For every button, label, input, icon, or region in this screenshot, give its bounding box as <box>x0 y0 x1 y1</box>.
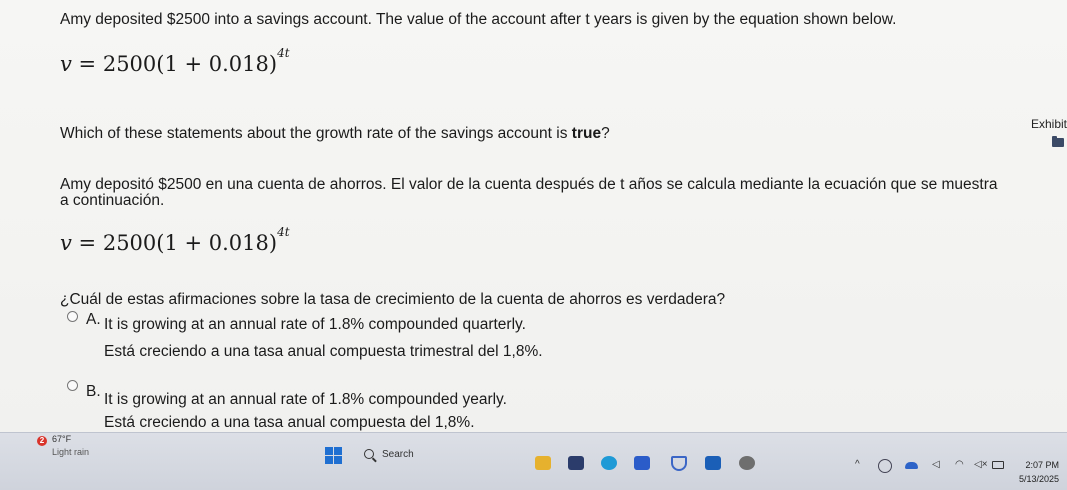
option-a-text-es[interactable]: Está creciendo a una tasa anual compuest… <box>104 342 543 361</box>
option-b-letter[interactable]: B. <box>86 382 101 401</box>
option-a-radio[interactable] <box>67 311 78 322</box>
equation-en: v = 2500(1 + 0.018)4t <box>60 46 290 76</box>
clock-date[interactable]: 5/13/2025 <box>1019 474 1059 484</box>
speaker-muted-icon[interactable]: ◁× <box>974 459 988 470</box>
option-a-letter[interactable]: A. <box>86 310 101 329</box>
weather-temperature[interactable]: 67°F <box>52 434 71 444</box>
option-b-text-en[interactable]: It is growing at an annual rate of 1.8% … <box>104 390 507 409</box>
option-a-text-en[interactable]: It is growing at an annual rate of 1.8% … <box>104 315 526 334</box>
option-b-text-es[interactable]: Está creciendo a una tasa anual compuest… <box>104 413 475 432</box>
weather-description[interactable]: Light rain <box>52 447 89 457</box>
outlook-icon[interactable] <box>705 456 721 470</box>
search-icon[interactable] <box>364 449 374 459</box>
taskbar: 2 67°F Light rain Search ^ ◁ ◠ ◁× 2:07 P… <box>0 432 1067 490</box>
prompt-bold-word: true <box>571 125 602 142</box>
equation-body: 2500(1 + 0.018) <box>102 231 278 255</box>
location-arrow-icon[interactable]: ◁ <box>932 459 940 470</box>
store-icon[interactable] <box>568 456 584 470</box>
settings-gear-icon[interactable] <box>739 456 755 470</box>
taskbar-search-label[interactable]: Search <box>382 449 414 460</box>
equation-lhs: v <box>60 52 72 76</box>
file-explorer-icon[interactable] <box>535 456 551 470</box>
equation-exponent: 4t <box>277 225 290 239</box>
shield-app-icon[interactable] <box>671 456 687 471</box>
windows-start-icon[interactable] <box>325 447 342 464</box>
tray-app-icon[interactable] <box>878 459 892 473</box>
equation-exponent: 4t <box>277 46 290 60</box>
question-intro-en: Amy deposited $2500 into a savings accou… <box>60 11 897 28</box>
wifi-icon[interactable]: ◠ <box>955 459 964 470</box>
onedrive-cloud-icon[interactable] <box>905 462 918 469</box>
battery-icon[interactable] <box>992 461 1004 469</box>
equation-eq: = <box>71 231 103 255</box>
chevron-up-icon[interactable]: ^ <box>855 459 860 470</box>
clock-time[interactable]: 2:07 PM <box>1025 460 1059 470</box>
weather-badge-icon[interactable]: 2 <box>37 436 47 446</box>
equation-lhs: v <box>60 231 72 255</box>
word-icon[interactable] <box>634 456 650 470</box>
equation-body: 2500(1 + 0.018) <box>102 52 278 76</box>
question-prompt-en: Which of these statements about the grow… <box>60 125 610 142</box>
exhibit-label[interactable]: Exhibit <box>1031 117 1067 131</box>
equation-eq: = <box>71 52 103 76</box>
question-page: Amy deposited $2500 into a savings accou… <box>0 0 1067 432</box>
folder-icon[interactable] <box>1052 136 1064 147</box>
question-prompt-es: ¿Cuál de estas afirmaciones sobre la tas… <box>60 291 726 308</box>
option-b-radio[interactable] <box>67 380 78 391</box>
question-intro-es-line2: a continuación. <box>60 192 165 209</box>
edge-browser-icon[interactable] <box>601 456 617 470</box>
question-intro-es-line1: Amy depositó $2500 en una cuenta de ahor… <box>60 176 998 193</box>
equation-es: v = 2500(1 + 0.018)4t <box>60 225 290 255</box>
